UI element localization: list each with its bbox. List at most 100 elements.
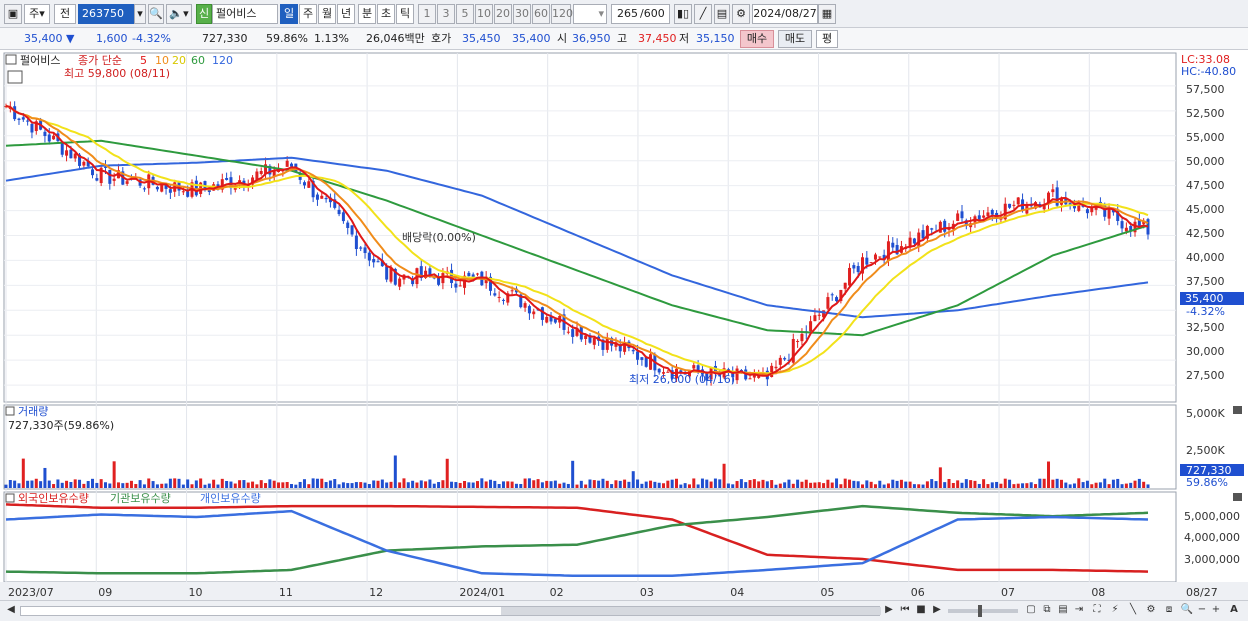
eval-button[interactable]: 평 [816, 30, 838, 48]
interval-60-button[interactable]: 60 [532, 4, 550, 24]
volume-bar [644, 481, 648, 488]
speed-slider[interactable] [948, 605, 1018, 617]
interval-10-button[interactable]: 10 [475, 4, 493, 24]
interval-20-button[interactable]: 20 [494, 4, 512, 24]
stock-chart[interactable]: 펄어비스 종가 단순 5 10 20 60 120 최고 59,800 (08/… [0, 51, 1248, 601]
legend-institution: 기관보유수량 [110, 492, 171, 505]
speed-slider-handle[interactable] [978, 605, 982, 617]
candle-body [649, 354, 653, 370]
volume-bar [411, 480, 415, 488]
interval-30-button[interactable]: 30 [513, 4, 531, 24]
calendar-icon[interactable]: ▦ [818, 4, 836, 24]
candle-body [142, 188, 146, 190]
period-prefix-select[interactable]: 주▾ [24, 4, 50, 24]
crosshair-icon[interactable]: ▢ [1024, 603, 1038, 619]
stock-name-field[interactable]: 펄어비스 [212, 4, 278, 24]
period-week-button[interactable]: 주 [299, 4, 317, 24]
indicator-icon[interactable]: ⚡ [1108, 603, 1122, 619]
prev-button[interactable]: 전 [54, 4, 76, 24]
legend-individual: 개인보유수량 [200, 492, 261, 505]
interval-1-button[interactable]: 1 [418, 4, 436, 24]
volume-bar [177, 478, 181, 488]
export-icon[interactable]: ⇥ [1072, 603, 1086, 619]
volume-bar [190, 484, 194, 488]
volume-bar [653, 481, 657, 488]
volume-bar [238, 480, 242, 488]
volume-bar [770, 480, 774, 488]
chart-area[interactable]: 펄어비스 종가 단순 5 10 20 60 120 최고 59,800 (08/… [0, 51, 1248, 601]
volume-bar [91, 478, 95, 488]
code-dropdown-chevron-down-icon[interactable]: ▾ [134, 4, 146, 24]
settings-icon[interactable]: ⚙ [1144, 603, 1158, 619]
line-tool-icon[interactable]: ╲ [1126, 603, 1140, 619]
stop-icon[interactable]: ■ [914, 603, 928, 619]
zoom-out-icon[interactable]: 🔍 [1180, 603, 1194, 619]
candle-type-icon[interactable]: ▮▯ [674, 4, 692, 24]
plus-icon[interactable]: + [1210, 603, 1222, 619]
candle-body [830, 294, 834, 296]
layout-icon[interactable]: ▣ [4, 4, 22, 24]
play-icon[interactable]: ▶ [930, 603, 944, 619]
candle-body [324, 198, 328, 200]
buy-button[interactable]: 매수 [740, 30, 774, 48]
volume-bar [912, 484, 916, 488]
date-input[interactable]: 2024/08/27 [752, 4, 818, 24]
period-tick-button[interactable]: 틱 [396, 4, 414, 24]
period-day-button[interactable]: 일 [280, 4, 298, 24]
period-minute-button[interactable]: 분 [358, 4, 376, 24]
interval-120-button[interactable]: 120 [551, 4, 573, 24]
sound-icon[interactable]: 🔈▾ [166, 4, 192, 24]
price-panel-frame [3, 52, 1177, 403]
volume-bar [934, 481, 938, 488]
interval-custom-select[interactable]: ▾ [573, 4, 607, 24]
volume-bar [640, 483, 644, 488]
volume-bar [623, 479, 627, 488]
volume-bar [800, 481, 804, 488]
fullscreen-icon[interactable]: ⛶ [1090, 603, 1104, 619]
scroll-track[interactable] [20, 606, 881, 616]
period-second-button[interactable]: 초 [377, 4, 395, 24]
scroll-thumb[interactable] [501, 607, 881, 615]
interval-3-button[interactable]: 3 [437, 4, 455, 24]
period-month-button[interactable]: 월 [318, 4, 336, 24]
gear-icon[interactable]: ⚙ [732, 4, 750, 24]
volume-bar [4, 484, 8, 488]
volume-bar [852, 480, 856, 488]
x-axis-last-date: 08/27 [1186, 586, 1218, 599]
scroll-right-icon[interactable]: ▶ [882, 603, 896, 619]
candle-body [592, 337, 596, 345]
candle-body [640, 357, 644, 360]
period-year-button[interactable]: 년 [337, 4, 355, 24]
candle-body [856, 266, 860, 273]
draw-tool-icon[interactable]: ╱ [694, 4, 712, 24]
stock-code-input[interactable]: 263750 [78, 4, 134, 24]
print-icon[interactable]: ▤ [1056, 603, 1070, 619]
search-icon[interactable]: 🔍 [148, 4, 164, 24]
volume-bar [765, 481, 769, 488]
candle-body [956, 213, 960, 221]
candle-body [800, 333, 804, 342]
chart-type-icon[interactable]: ⧈ [1162, 603, 1176, 619]
volume-bar [930, 479, 934, 488]
interval-5-button[interactable]: 5 [456, 4, 474, 24]
minus-icon[interactable]: − [1196, 603, 1208, 619]
sell-button[interactable]: 매도 [778, 30, 812, 48]
count-input[interactable]: 265 [611, 4, 641, 24]
candle-body [1012, 204, 1016, 206]
candle-body [354, 235, 358, 250]
save-icon[interactable]: ▤ [714, 4, 730, 24]
high-price: 37,450 [638, 32, 677, 45]
volume-bar [173, 478, 177, 488]
auto-scale-icon[interactable]: A [1226, 603, 1242, 619]
copy-icon[interactable]: ⧉ [1040, 603, 1054, 619]
volume-bar [302, 479, 306, 488]
scroll-left-icon[interactable]: ◀ [4, 603, 18, 619]
volume-bar [103, 482, 107, 488]
volume-bar [1008, 479, 1012, 488]
candle-body [186, 191, 190, 197]
volume-bar [575, 484, 579, 488]
rewind-icon[interactable]: ⏮ [898, 603, 912, 619]
volume-bar [752, 479, 756, 488]
volume-bar [99, 479, 103, 488]
candle-body [878, 256, 882, 258]
